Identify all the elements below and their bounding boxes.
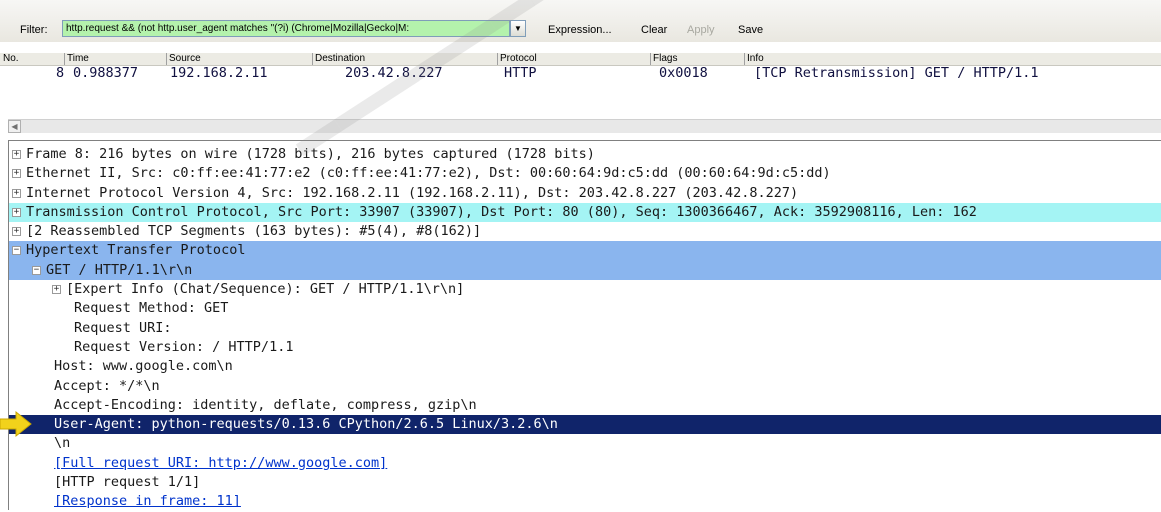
- filter-label: Filter:: [20, 24, 48, 36]
- tree-row-request-method[interactable]: Request Method: GET: [9, 299, 1161, 318]
- tree-row-reassembled[interactable]: + [2 Reassembled TCP Segments (163 bytes…: [9, 222, 1161, 241]
- tree-row-label: [HTTP request 1/1]: [54, 474, 201, 491]
- tree-row-full-uri-link[interactable]: [Full request URI: http://www.google.com…: [9, 454, 1161, 473]
- tree-row-tcp[interactable]: + Transmission Control Protocol, Src Por…: [9, 202, 1161, 223]
- apply-button[interactable]: Apply: [687, 24, 715, 36]
- tree-row-label: Hypertext Transfer Protocol: [26, 242, 246, 259]
- clear-button[interactable]: Clear: [641, 24, 667, 36]
- column-header-time[interactable]: Time: [64, 53, 89, 65]
- tree-row-http[interactable]: − Hypertext Transfer Protocol: [9, 241, 1161, 261]
- filter-toolbar: Filter: http.request && (not http.user_a…: [0, 0, 1161, 42]
- tree-row-label: Accept-Encoding: identity, deflate, comp…: [54, 396, 477, 413]
- save-button[interactable]: Save: [738, 24, 763, 36]
- packet-no: 8: [56, 65, 65, 81]
- packet-protocol: HTTP: [504, 65, 537, 81]
- tree-row-label: \n: [54, 435, 71, 452]
- filter-input[interactable]: http.request && (not http.user_agent mat…: [62, 20, 510, 37]
- tree-row-label: Ethernet II, Src: c0:ff:ee:41:77:e2 (c0:…: [26, 165, 831, 182]
- horizontal-scrollbar[interactable]: ◀: [8, 119, 1161, 133]
- packet-destination: 203.42.8.227: [345, 65, 443, 81]
- tree-row-http-request-count[interactable]: [HTTP request 1/1]: [9, 473, 1161, 492]
- collapse-minus-icon[interactable]: −: [12, 246, 21, 256]
- tree-row-newline[interactable]: \n: [9, 434, 1161, 453]
- expand-plus-icon[interactable]: +: [12, 207, 21, 217]
- expand-plus-icon[interactable]: +: [52, 285, 61, 295]
- packet-info: [TCP Retransmission] GET / HTTP/1.1: [754, 65, 1039, 81]
- scroll-left-arrow-icon[interactable]: ◀: [8, 120, 21, 133]
- packet-source: 192.168.2.11: [170, 65, 268, 81]
- tree-row-label: Request Method: GET: [74, 300, 229, 317]
- expand-plus-icon[interactable]: +: [12, 188, 21, 198]
- packet-time: 0.988377: [73, 65, 139, 81]
- tree-row-label: GET / HTTP/1.1\r\n: [46, 261, 193, 278]
- expand-plus-icon[interactable]: +: [12, 227, 21, 237]
- tree-row-http-get[interactable]: − GET / HTTP/1.1\r\n: [9, 260, 1161, 281]
- tree-row-accept[interactable]: Accept: */*\n: [9, 377, 1161, 396]
- tree-row-request-uri[interactable]: Request URI:: [9, 319, 1161, 338]
- tree-row-label: Internet Protocol Version 4, Src: 192.16…: [26, 184, 799, 201]
- packet-row[interactable]: 8 0.988377 192.168.2.11 203.42.8.227 HTT…: [0, 66, 1161, 80]
- tree-row-label[interactable]: [Full request URI: http://www.google.com…: [54, 454, 387, 473]
- tree-row-label: User-Agent: python-requests/0.13.6 CPyth…: [54, 416, 558, 433]
- column-header-info[interactable]: Info: [744, 53, 764, 65]
- tree-row-frame[interactable]: + Frame 8: 216 bytes on wire (1728 bits)…: [9, 145, 1161, 164]
- packet-list: No. Time Source Destination Protocol Fla…: [0, 53, 1161, 101]
- tree-row-label: Request Version: / HTTP/1.1: [74, 338, 294, 355]
- packet-details-pane: + Frame 8: 216 bytes on wire (1728 bits)…: [8, 140, 1161, 510]
- tree-row-label: Accept: */*\n: [54, 377, 160, 394]
- tree-row-label: [Expert Info (Chat/Sequence): GET / HTTP…: [66, 281, 465, 298]
- tree-row-label: Host: www.google.com\n: [54, 358, 233, 375]
- tree-row-label: Request URI:: [74, 319, 172, 336]
- packet-flags: 0x0018: [659, 65, 708, 81]
- arrow-pointer-icon: [0, 410, 32, 438]
- collapse-minus-icon[interactable]: −: [32, 265, 41, 275]
- column-header-destination[interactable]: Destination: [312, 53, 365, 65]
- tree-row-ethernet[interactable]: + Ethernet II, Src: c0:ff:ee:41:77:e2 (c…: [9, 164, 1161, 183]
- filter-dropdown-icon[interactable]: ▼: [510, 20, 526, 37]
- tree-row-label: [2 Reassembled TCP Segments (163 bytes):…: [26, 223, 482, 240]
- tree-row-host[interactable]: Host: www.google.com\n: [9, 357, 1161, 376]
- column-header-source[interactable]: Source: [166, 53, 201, 65]
- tree-row-label: Frame 8: 216 bytes on wire (1728 bits), …: [26, 146, 595, 162]
- tree-row-user-agent[interactable]: User-Agent: python-requests/0.13.6 CPyth…: [9, 415, 1161, 435]
- tree-row-label: Transmission Control Protocol, Src Port:…: [26, 203, 977, 220]
- packet-details-tree: + Frame 8: 216 bytes on wire (1728 bits)…: [9, 145, 1161, 512]
- column-header-no[interactable]: No.: [3, 53, 19, 65]
- tree-row-request-version[interactable]: Request Version: / HTTP/1.1: [9, 338, 1161, 357]
- expand-plus-icon[interactable]: +: [12, 150, 21, 159]
- tree-row-ipv4[interactable]: + Internet Protocol Version 4, Src: 192.…: [9, 184, 1161, 203]
- column-header-protocol[interactable]: Protocol: [497, 53, 537, 65]
- column-header-flags[interactable]: Flags: [650, 53, 677, 65]
- tree-row-accept-encoding[interactable]: Accept-Encoding: identity, deflate, comp…: [9, 396, 1161, 415]
- expand-plus-icon[interactable]: +: [12, 169, 21, 179]
- tree-row-expert-info[interactable]: + [Expert Info (Chat/Sequence): GET / HT…: [9, 280, 1161, 299]
- expression-button[interactable]: Expression...: [548, 24, 612, 36]
